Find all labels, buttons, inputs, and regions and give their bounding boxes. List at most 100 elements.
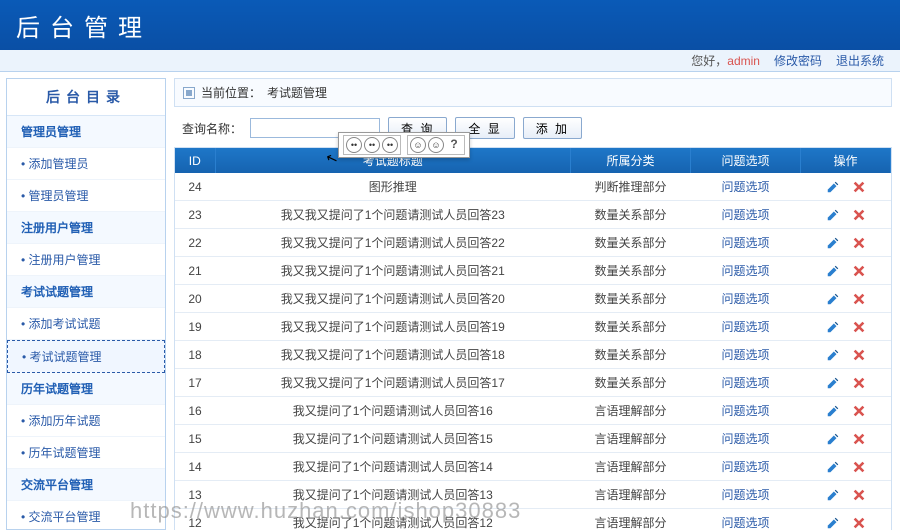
breadcrumb-prefix: 当前位置： xyxy=(201,84,261,101)
cell-options: 问题选项 xyxy=(691,425,801,453)
sidebar: 后台目录 管理员管理添加管理员管理员管理注册用户管理注册用户管理考试试题管理添加… xyxy=(6,78,166,530)
cell-options: 问题选项 xyxy=(691,285,801,313)
options-link[interactable]: 问题选项 xyxy=(721,488,769,502)
add-button[interactable]: 添 加 xyxy=(523,117,582,139)
sidebar-group: 管理员管理 xyxy=(7,116,165,148)
edit-icon[interactable] xyxy=(826,516,840,530)
edit-icon[interactable] xyxy=(826,180,840,194)
cell-ops xyxy=(801,397,891,425)
table-row: 21我又我又提问了1个问题请测试人员回答21数量关系部分问题选项 xyxy=(175,257,891,285)
sidebar-item[interactable]: 考试试题管理 xyxy=(7,340,165,373)
table-row: 17我又我又提问了1个问题请测试人员回答17数量关系部分问题选项 xyxy=(175,369,891,397)
edit-icon[interactable] xyxy=(826,236,840,250)
cell-options: 问题选项 xyxy=(691,201,801,229)
col-ops: 操作 xyxy=(801,148,891,173)
cell-ops xyxy=(801,481,891,509)
greet-prefix: 您好， xyxy=(691,54,727,68)
sidebar-title: 后台目录 xyxy=(7,79,165,116)
delete-icon[interactable] xyxy=(852,488,866,502)
edit-icon[interactable] xyxy=(826,460,840,474)
app-banner: 后台管理 xyxy=(0,0,900,50)
table-row: 14我又提问了1个问题请测试人员回答14言语理解部分问题选项 xyxy=(175,453,891,481)
options-link[interactable]: 问题选项 xyxy=(721,404,769,418)
table-row: 22我又我又提问了1个问题请测试人员回答22数量关系部分问题选项 xyxy=(175,229,891,257)
logout-link[interactable]: 退出系统 xyxy=(836,52,884,69)
delete-icon[interactable] xyxy=(852,516,866,530)
edit-icon[interactable] xyxy=(826,432,840,446)
delete-icon[interactable] xyxy=(852,292,866,306)
options-link[interactable]: 问题选项 xyxy=(721,348,769,362)
cell-title: 图形推理 xyxy=(215,173,571,201)
sidebar-item[interactable]: 添加历年试题 xyxy=(7,405,165,437)
edit-icon[interactable] xyxy=(826,208,840,222)
delete-icon[interactable] xyxy=(852,460,866,474)
cell-options: 问题选项 xyxy=(691,173,801,201)
cell-ops xyxy=(801,285,891,313)
edit-icon[interactable] xyxy=(826,292,840,306)
delete-icon[interactable] xyxy=(852,432,866,446)
delete-icon[interactable] xyxy=(852,208,866,222)
main-panel: 当前位置： 考试题管理 查询名称： 查 询 全 显 添 加 ID 考试题标题 所… xyxy=(166,72,900,530)
edit-icon[interactable] xyxy=(826,320,840,334)
edit-icon[interactable] xyxy=(826,404,840,418)
options-link[interactable]: 问题选项 xyxy=(721,320,769,334)
delete-icon[interactable] xyxy=(852,404,866,418)
sidebar-item[interactable]: 添加管理员 xyxy=(7,148,165,180)
cell-category: 数量关系部分 xyxy=(571,229,691,257)
toolbar: 查询名称： 查 询 全 显 添 加 xyxy=(174,113,892,147)
col-id: ID xyxy=(175,148,215,173)
delete-icon[interactable] xyxy=(852,180,866,194)
cell-category: 数量关系部分 xyxy=(571,369,691,397)
user-bar: 您好，admin 修改密码 退出系统 xyxy=(0,50,900,72)
delete-icon[interactable] xyxy=(852,320,866,334)
ime-group-2: ☺ ☺ ? xyxy=(407,135,465,155)
options-link[interactable]: 问题选项 xyxy=(721,236,769,250)
cell-options: 问题选项 xyxy=(691,369,801,397)
cell-category: 数量关系部分 xyxy=(571,285,691,313)
face-icon[interactable]: •• xyxy=(364,137,380,153)
cell-ops xyxy=(801,509,891,530)
app-title: 后台管理 xyxy=(16,8,152,43)
delete-icon[interactable] xyxy=(852,348,866,362)
table-row: 23我又我又提问了1个问题请测试人员回答23数量关系部分问题选项 xyxy=(175,201,891,229)
sidebar-item[interactable]: 历年试题管理 xyxy=(7,437,165,469)
table-row: 18我又我又提问了1个问题请测试人员回答18数量关系部分问题选项 xyxy=(175,341,891,369)
cell-category: 数量关系部分 xyxy=(571,313,691,341)
face-icon[interactable]: ☺ xyxy=(410,137,426,153)
delete-icon[interactable] xyxy=(852,376,866,390)
help-icon[interactable]: ? xyxy=(446,137,462,153)
cell-options: 问题选项 xyxy=(691,341,801,369)
options-link[interactable]: 问题选项 xyxy=(721,208,769,222)
cell-ops xyxy=(801,369,891,397)
options-link[interactable]: 问题选项 xyxy=(721,432,769,446)
options-link[interactable]: 问题选项 xyxy=(721,516,769,530)
delete-icon[interactable] xyxy=(852,264,866,278)
options-link[interactable]: 问题选项 xyxy=(721,264,769,278)
change-password-link[interactable]: 修改密码 xyxy=(774,52,822,69)
delete-icon[interactable] xyxy=(852,236,866,250)
options-link[interactable]: 问题选项 xyxy=(721,460,769,474)
edit-icon[interactable] xyxy=(826,488,840,502)
options-link[interactable]: 问题选项 xyxy=(721,292,769,306)
cell-ops xyxy=(801,453,891,481)
edit-icon[interactable] xyxy=(826,348,840,362)
ime-group-1: •• •• •• xyxy=(343,135,401,155)
ime-toolbar[interactable]: •• •• •• ☺ ☺ ? xyxy=(338,132,470,158)
cell-options: 问题选项 xyxy=(691,257,801,285)
sidebar-item[interactable]: 注册用户管理 xyxy=(7,244,165,276)
options-link[interactable]: 问题选项 xyxy=(721,376,769,390)
edit-icon[interactable] xyxy=(826,264,840,278)
cell-ops xyxy=(801,313,891,341)
grid-scroll[interactable]: ID 考试题标题 所属分类 问题选项 操作 24图形推理判断推理部分问题选项23… xyxy=(174,147,892,530)
face-icon[interactable]: •• xyxy=(346,137,362,153)
table-row: 24图形推理判断推理部分问题选项 xyxy=(175,173,891,201)
face-icon[interactable]: •• xyxy=(382,137,398,153)
options-link[interactable]: 问题选项 xyxy=(721,180,769,194)
sidebar-item[interactable]: 管理员管理 xyxy=(7,180,165,212)
sidebar-item[interactable]: 添加考试试题 xyxy=(7,308,165,340)
edit-icon[interactable] xyxy=(826,376,840,390)
cell-options: 问题选项 xyxy=(691,313,801,341)
face-icon[interactable]: ☺ xyxy=(428,137,444,153)
cell-title: 我又我又提问了1个问题请测试人员回答22 xyxy=(215,229,571,257)
cell-title: 我又我又提问了1个问题请测试人员回答21 xyxy=(215,257,571,285)
